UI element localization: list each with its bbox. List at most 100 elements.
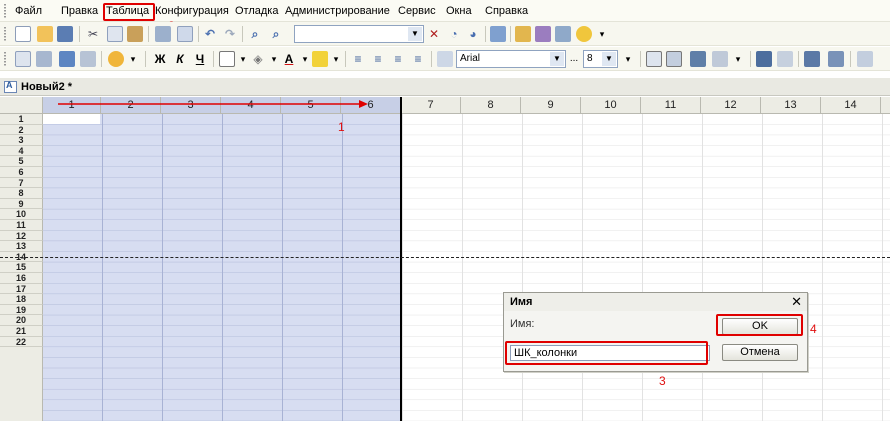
text-color-icon[interactable]: A <box>281 51 297 67</box>
row-header[interactable]: 16 <box>0 273 43 284</box>
info-icon[interactable] <box>576 26 592 42</box>
borders-icon[interactable] <box>219 51 235 67</box>
headers-icon[interactable] <box>666 51 682 67</box>
picture-icon[interactable] <box>857 51 873 67</box>
table-area-icon[interactable] <box>36 51 52 67</box>
row-header[interactable]: 9 <box>0 198 43 210</box>
print-icon[interactable] <box>155 26 171 42</box>
align-right-icon[interactable]: ≡ <box>390 51 406 67</box>
toolbar-dropdown-icon[interactable]: ▾ <box>297 51 313 67</box>
menu-configuration[interactable]: Конфигурация <box>155 5 229 18</box>
find-next-icon[interactable]: ◕ <box>465 26 481 42</box>
print-preview-icon[interactable] <box>177 26 193 42</box>
column-header[interactable]: 8 <box>461 97 521 114</box>
undo-icon[interactable]: ↶ <box>202 26 218 42</box>
row-header[interactable]: 3 <box>0 135 43 146</box>
syntax-assistant-icon[interactable] <box>535 26 551 42</box>
group-icon[interactable] <box>756 51 772 67</box>
menu-edit[interactable]: Правка <box>61 5 98 18</box>
column-header[interactable]: 12 <box>701 97 761 114</box>
ungroup-icon[interactable] <box>777 51 793 67</box>
close-icon[interactable]: ✕ <box>791 294 802 310</box>
toolbar-dropdown-icon[interactable]: ▾ <box>266 51 282 67</box>
save-icon[interactable] <box>57 26 73 42</box>
find-previous-icon[interactable]: ◔ <box>446 26 462 42</box>
spreadsheet[interactable]: 1 2 3 4 5 6 7 8 9 10 11 12 13 14 1 2 3 4… <box>0 97 890 421</box>
redo-icon[interactable]: ↷ <box>222 26 238 42</box>
menu-grip[interactable] <box>4 4 6 18</box>
column-header[interactable]: 14 <box>821 97 881 114</box>
sheet-corner[interactable] <box>0 97 43 114</box>
windows-icon[interactable] <box>490 26 506 42</box>
row-header[interactable]: 2 <box>0 124 43 136</box>
row-header[interactable]: 18 <box>0 294 43 305</box>
toolbar-dropdown-icon[interactable]: ▾ <box>125 51 141 67</box>
cut-icon[interactable]: ✂ <box>85 26 101 42</box>
tool-icon[interactable] <box>515 26 531 42</box>
search-input[interactable]: ▼ <box>294 25 424 43</box>
font-size-select[interactable]: 8 ▼ <box>583 50 618 68</box>
toolbar-dropdown-icon[interactable]: ▾ <box>620 51 636 67</box>
open-folder-icon[interactable] <box>37 26 53 42</box>
menu-file[interactable]: Файл <box>15 5 42 18</box>
row-header[interactable]: 13 <box>0 241 43 252</box>
column-header[interactable]: 7 <box>401 97 461 114</box>
outline-collapse-icon[interactable] <box>828 51 844 67</box>
toolbar-dropdown-icon[interactable]: ▾ <box>730 51 746 67</box>
cell-icon[interactable] <box>80 51 96 67</box>
toolbar-dropdown-icon[interactable]: ▾ <box>594 26 610 42</box>
menu-help[interactable]: Справка <box>485 5 528 18</box>
play-icon[interactable] <box>108 51 124 67</box>
cancel-button[interactable]: Отмена <box>722 344 798 361</box>
fill-color-icon[interactable]: ◈ <box>250 51 266 67</box>
search-icon[interactable]: ⌕ <box>268 26 284 42</box>
chevron-down-icon[interactable]: ▼ <box>602 52 616 66</box>
row-header[interactable]: 11 <box>0 220 43 231</box>
layout-icon[interactable] <box>59 51 75 67</box>
calculator-icon[interactable] <box>555 26 571 42</box>
column-header[interactable]: 13 <box>761 97 821 114</box>
copy-icon[interactable] <box>107 26 123 42</box>
row-header[interactable]: 5 <box>0 156 43 167</box>
bold-button[interactable]: Ж <box>152 51 168 67</box>
row-header[interactable]: 15 <box>0 262 43 273</box>
chevron-down-icon[interactable]: ▼ <box>550 52 564 66</box>
align-center-icon[interactable]: ≡ <box>370 51 386 67</box>
font-name-select[interactable]: Arial ▼ <box>456 50 566 68</box>
toolbar-dropdown-icon[interactable]: ▾ <box>328 51 344 67</box>
align-justify-icon[interactable]: ≡ <box>410 51 426 67</box>
menu-windows[interactable]: Окна <box>446 5 472 18</box>
insert-row-icon[interactable] <box>690 51 706 67</box>
menu-debug[interactable]: Отладка <box>235 5 278 18</box>
row-header[interactable]: 21 <box>0 326 43 337</box>
row-header[interactable]: 22 <box>0 336 43 348</box>
highlight-color-icon[interactable] <box>312 51 328 67</box>
italic-button[interactable]: К <box>172 51 188 67</box>
chevron-down-icon[interactable]: ▼ <box>408 27 422 41</box>
toolbar-grip[interactable] <box>4 52 6 66</box>
toolbar-dropdown-icon[interactable]: ▾ <box>235 51 251 67</box>
merge-cells-icon[interactable] <box>437 51 453 67</box>
dialog-header[interactable]: Имя ✕ <box>504 293 807 311</box>
row-header[interactable]: 8 <box>0 188 43 199</box>
menu-administration[interactable]: Администрирование <box>285 5 390 18</box>
clear-search-icon[interactable]: ✕ <box>426 26 442 42</box>
paste-icon[interactable] <box>127 26 143 42</box>
row-header[interactable]: 1 <box>0 114 43 125</box>
table-properties-icon[interactable] <box>15 51 31 67</box>
menu-service[interactable]: Сервис <box>398 5 436 18</box>
row-header[interactable]: 17 <box>0 283 43 295</box>
row-header[interactable]: 4 <box>0 145 43 157</box>
document-tab[interactable]: Новый2 * <box>0 78 890 96</box>
active-cell[interactable] <box>43 114 100 124</box>
row-header[interactable]: 6 <box>0 167 43 178</box>
row-header[interactable]: 7 <box>0 177 43 189</box>
delete-row-icon[interactable] <box>712 51 728 67</box>
grid-icon[interactable] <box>646 51 662 67</box>
font-more-button[interactable]: ... <box>566 51 582 67</box>
toolbar-grip[interactable] <box>4 27 6 41</box>
row-header[interactable]: 20 <box>0 315 43 326</box>
align-left-icon[interactable]: ≡ <box>350 51 366 67</box>
column-header[interactable]: 11 <box>641 97 701 114</box>
row-header[interactable]: 12 <box>0 230 43 242</box>
